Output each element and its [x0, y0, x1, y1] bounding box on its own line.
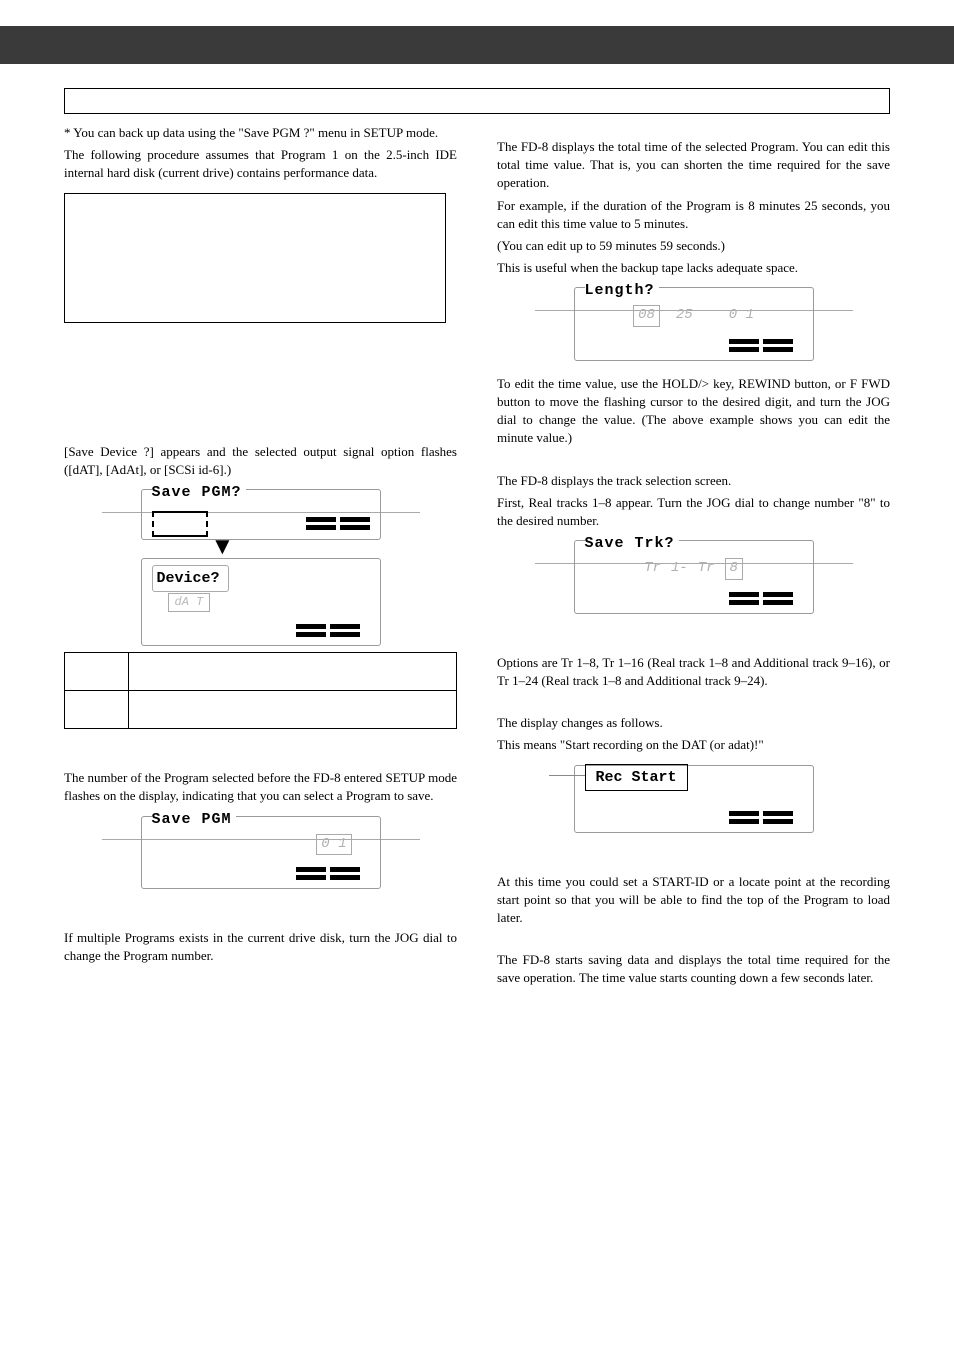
lcd-title-savetrk: Save Trk? [585, 533, 679, 554]
lcd-title-savepgm: Save PGM? [152, 482, 246, 503]
lcd-trk-seg: 8 [725, 558, 743, 580]
totaltime-p2: For example, if the duration of the Prog… [497, 197, 890, 233]
setting-table [64, 652, 457, 729]
jog-note: If multiple Programs exists in the curre… [64, 929, 457, 965]
lcd-seg-program: 0 1 [316, 834, 351, 856]
lcd-val-sec: 25 [676, 306, 693, 326]
page-content: * You can back up data using the "Save P… [0, 124, 954, 1032]
saving-note: The FD-8 starts saving data and displays… [497, 951, 890, 987]
lcd-trk-v3: Tr [698, 559, 715, 579]
lcd-seg-min: 08 [633, 305, 660, 327]
section-title-box [64, 88, 890, 114]
save-device-note: [Save Device ?] appears and the selected… [64, 443, 457, 479]
lcd-device-segment: dA T [168, 593, 211, 612]
arrow-down-icon: ▼ [211, 540, 381, 554]
lcd-title-recstart: Rec Start [585, 764, 688, 791]
table-cell [65, 691, 129, 729]
lcd-trk-v1: Tr [644, 559, 661, 579]
trk-p2: First, Real tracks 1–8 appear. Turn the … [497, 494, 890, 530]
disp-p1: The display changes as follows. [497, 714, 890, 732]
column-left: * You can back up data using the "Save P… [64, 124, 457, 992]
lcd-savepgm-device: Save PGM? ▼ Device? dA T [141, 489, 381, 646]
lcd-device-label: Device? [152, 565, 229, 592]
totaltime-p4: This is useful when the backup tape lack… [497, 259, 890, 277]
lcd-savepgm: Save PGM 0 1 [141, 816, 381, 890]
lcd-val-prog: 0 1 [729, 306, 754, 326]
disp-p2: This means "Start recording on the DAT (… [497, 736, 890, 754]
lcd-title-savepgm2: Save PGM [152, 809, 236, 830]
lcd-savetrk: Save Trk? Tr 1- Tr 8 [574, 540, 814, 614]
table-cell [65, 653, 129, 691]
intro-text-1: * You can back up data using the "Save P… [64, 124, 457, 142]
intro-text-2: The following procedure assumes that Pro… [64, 146, 457, 182]
totaltime-p1: The FD-8 displays the total time of the … [497, 138, 890, 193]
lcd-trk-v2: 1- [671, 559, 688, 579]
lcd-length: Length? 08 25 0 1 [574, 287, 814, 361]
table-cell [129, 653, 457, 691]
totaltime-p3: (You can edit up to 59 minutes 59 second… [497, 237, 890, 255]
trk-p1: The FD-8 displays the track selection sc… [497, 472, 890, 490]
options-note: Options are Tr 1–8, Tr 1–16 (Real track … [497, 654, 890, 690]
table-cell [129, 691, 457, 729]
edit-note: To edit the time value, use the HOLD/> k… [497, 375, 890, 448]
empty-outline-box [64, 193, 446, 323]
startid-note: At this time you could set a START-ID or… [497, 873, 890, 928]
header-band [0, 26, 954, 64]
lcd-title-length: Length? [585, 280, 659, 301]
column-right: The FD-8 displays the total time of the … [497, 124, 890, 992]
lcd-recstart: Rec Start [574, 765, 814, 833]
program-note: The number of the Program selected befor… [64, 769, 457, 805]
